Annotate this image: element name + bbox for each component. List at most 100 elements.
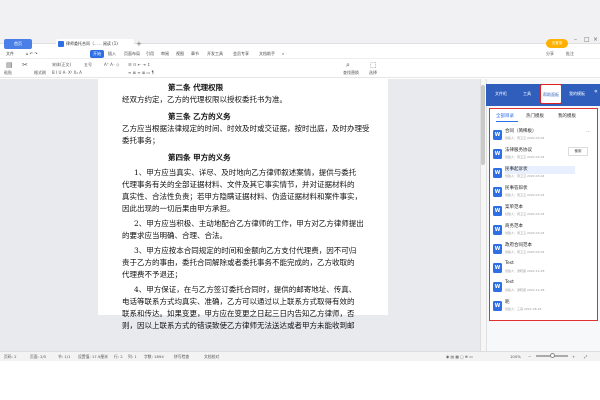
document-heading: 第二条 代理权限 bbox=[168, 83, 224, 92]
zoom-level[interactable]: 100% bbox=[510, 354, 521, 360]
panel-tab-files[interactable]: 文件柜 bbox=[490, 84, 512, 104]
font-name-select[interactable]: 宋体(正文) bbox=[52, 62, 71, 68]
paste-icon[interactable]: ▤ bbox=[6, 61, 13, 69]
status-spell-check[interactable]: 拼写检查 bbox=[174, 354, 189, 360]
panel-tab-tools[interactable]: 工具 bbox=[516, 84, 538, 104]
template-title: 法律服务协议 bbox=[505, 148, 532, 153]
menu-home[interactable]: 开始 bbox=[90, 50, 104, 58]
subtab-underline bbox=[496, 121, 518, 122]
template-list-item[interactable]: W 政府合同范本 创建人：周卫卫 2020-03-04 bbox=[493, 241, 589, 258]
view-mode-icons[interactable]: ◉ ▤ ▦ ▢ ⊕ ▭ bbox=[446, 354, 473, 360]
menu-member[interactable]: 会员专享 bbox=[233, 50, 249, 58]
menu-page-layout[interactable]: 页面布局 bbox=[124, 50, 140, 58]
menu-doc-assistant[interactable]: 文档助手 bbox=[259, 50, 275, 58]
find-replace-label[interactable]: 查找替换 bbox=[343, 70, 359, 76]
template-list-item[interactable]: W 民事答辩状 创建人：周卫卫 2020-03-04 bbox=[493, 184, 589, 201]
status-words[interactable]: 字数: 1894 bbox=[144, 354, 164, 360]
status-page[interactable]: 页码: 2 bbox=[4, 354, 17, 360]
comment-button[interactable]: 批注 bbox=[566, 50, 574, 58]
document-paragraph-line: 的要求应当明确、合理、合法。 bbox=[122, 231, 227, 240]
word-doc-icon: W bbox=[493, 263, 502, 273]
template-title: Test bbox=[505, 261, 514, 266]
document-paragraph-line: 乙方应当根据法律规定的时间、时效及时或交证据，按时出庭，及时办理受 bbox=[122, 124, 370, 133]
fullscreen-icon[interactable]: ⤢ bbox=[584, 354, 587, 360]
subtab-all[interactable]: 全部目录 bbox=[496, 113, 514, 119]
zoom-out-icon[interactable]: − bbox=[528, 354, 531, 360]
word-doc-icon: W bbox=[493, 149, 502, 159]
word-doc-icon: W bbox=[493, 225, 502, 235]
menu-review[interactable]: 审阅 bbox=[161, 50, 169, 58]
document-tab[interactable]: 律师委托合同（... .. 阅读 (1) bbox=[56, 39, 134, 49]
subtab-mine[interactable]: 我的模板 bbox=[558, 113, 576, 119]
font-grow-icon[interactable]: A⁺ A⁻ ◇ bbox=[104, 62, 119, 68]
template-title: 商务范本 bbox=[505, 224, 523, 229]
document-page[interactable]: 第二条 代理权限 经双方约定，乙方的代理权限以授权委托书为准。 第三条 乙方的义务乙… bbox=[98, 79, 388, 330]
template-title: 民事起诉状 bbox=[505, 167, 528, 172]
login-button[interactable]: 去登录 bbox=[546, 39, 568, 48]
word-doc-icon bbox=[58, 41, 64, 47]
template-meta: 创建人：周卫卫 2020-03-04 bbox=[505, 174, 545, 178]
select-icon[interactable]: ⬚ bbox=[370, 61, 377, 69]
home-tab[interactable]: 首页 bbox=[4, 39, 32, 49]
maximize-icon[interactable]: □ bbox=[584, 36, 590, 43]
panel-tab-my-templates[interactable]: 我的模板 bbox=[566, 84, 588, 104]
cut-icon[interactable]: ✂ bbox=[22, 61, 28, 69]
menu-icons[interactable]: ⌂ ↶ ↷ bbox=[26, 50, 38, 58]
format-painter-label[interactable]: 格式刷 bbox=[34, 70, 46, 76]
status-pages[interactable]: 页面: 2/5 bbox=[30, 354, 46, 360]
status-row: 行: 2 bbox=[114, 354, 123, 359]
template-list-item[interactable]: W Test 创建人：谭晓丽 2020-12-28 bbox=[493, 260, 589, 277]
menu-references[interactable]: 引用 bbox=[146, 50, 154, 58]
panel-collapse-icon[interactable]: « bbox=[594, 88, 598, 95]
zoom-in-icon[interactable]: + bbox=[572, 354, 575, 360]
status-bar: 页码: 2 页面: 2/5 节: 1/1 设置值: 17.9厘米 行: 2 列:… bbox=[0, 351, 600, 361]
template-title: 呃 bbox=[505, 300, 510, 305]
font-size-select[interactable]: 五号 bbox=[84, 62, 92, 68]
template-meta: 创建人：谭晓丽 2020-12-28 bbox=[505, 288, 545, 292]
template-list-item[interactable]: W 呃创建人：三哥 2021-08-18 bbox=[493, 298, 589, 315]
word-doc-icon: W bbox=[493, 187, 502, 197]
template-list-item[interactable]: W Test 创建人：谭晓丽 2020-12-28 bbox=[493, 279, 589, 296]
zoom-slider-knob[interactable] bbox=[550, 353, 555, 358]
share-button[interactable]: 分享 bbox=[546, 50, 554, 58]
menu-view[interactable]: 视图 bbox=[176, 50, 184, 58]
search-icon[interactable]: ⌕ bbox=[282, 50, 284, 58]
menu-insert[interactable]: 插入 bbox=[108, 50, 116, 58]
status-section: 节: 1/1 bbox=[58, 354, 71, 359]
word-doc-icon: W bbox=[493, 168, 502, 178]
menu-file[interactable]: 文件 bbox=[6, 50, 14, 58]
template-list-item[interactable]: W 合同（简稀板） 创建人：周卫卫 2020-03-04 bbox=[493, 127, 589, 144]
template-list-item[interactable]: W 商务范本 创建人：周卫卫 2020-03-04 bbox=[493, 222, 589, 239]
more-options-icon[interactable]: ⋯ bbox=[586, 129, 591, 135]
list-icons[interactable]: ☰ ☷ ⇤ ⇥ ↕ bbox=[128, 62, 150, 68]
menu-developer[interactable]: 开发工具 bbox=[207, 50, 223, 58]
template-title: 合同（简稀板） bbox=[505, 129, 537, 134]
menu-chapter[interactable]: 章节 bbox=[191, 50, 199, 58]
template-list-item[interactable]: W 民事起诉状创建人：周卫卫 2020-03-04 bbox=[493, 165, 589, 182]
new-tab-icon[interactable]: + bbox=[136, 39, 142, 49]
word-doc-icon: W bbox=[493, 301, 502, 311]
document-paragraph-line: 代理事务有关的全部证据材料、文件及其它事实情节，并对证据材料的 bbox=[122, 180, 355, 189]
document-paragraph-line: 因此出现的一切后果由甲方承担。 bbox=[122, 204, 235, 213]
subtab-hot[interactable]: 热门模板 bbox=[526, 113, 544, 119]
template-meta: 创建人：三哥 2021-08-18 bbox=[505, 307, 542, 311]
close-icon[interactable]: × bbox=[593, 36, 598, 43]
document-paragraph-line: 2、甲方应当积极、主动地配合乙方律师的工作，甲方对乙方律师提出 bbox=[134, 219, 364, 228]
status-doc-check[interactable]: 文档校对 bbox=[204, 354, 219, 360]
page-number: - 2/5 - bbox=[232, 308, 244, 313]
desktop-background bbox=[0, 361, 600, 400]
align-icons[interactable]: ≡ ≣ ≡ ≣ ▭ ¶ bbox=[128, 70, 154, 76]
find-icon[interactable]: ⌕ bbox=[346, 61, 350, 69]
menu-bar: 文件 ⌂ ↶ ↷ 开始 插入 页面布局 引用 审阅 视图 章节 开发工具 会员专… bbox=[0, 49, 600, 59]
template-title: 政府合同范本 bbox=[505, 243, 532, 248]
scroll-thumb[interactable] bbox=[481, 85, 485, 165]
minimize-icon[interactable]: – bbox=[574, 36, 577, 43]
panel-tab-help[interactable]: 帮助面板 bbox=[540, 84, 562, 104]
word-doc-icon: W bbox=[493, 130, 502, 140]
select-label[interactable]: 选择 bbox=[369, 70, 377, 76]
font-format-icons[interactable]: B I U A· X² X₂ A bbox=[52, 70, 82, 76]
word-doc-icon: W bbox=[493, 206, 502, 216]
template-meta: 创建人：周卫卫 2020-03-04 bbox=[505, 250, 545, 254]
use-template-button[interactable]: 使用 bbox=[568, 147, 588, 156]
template-list-item[interactable]: W 案单范本 创建人：周卫卫 2020-03-04 bbox=[493, 203, 589, 220]
